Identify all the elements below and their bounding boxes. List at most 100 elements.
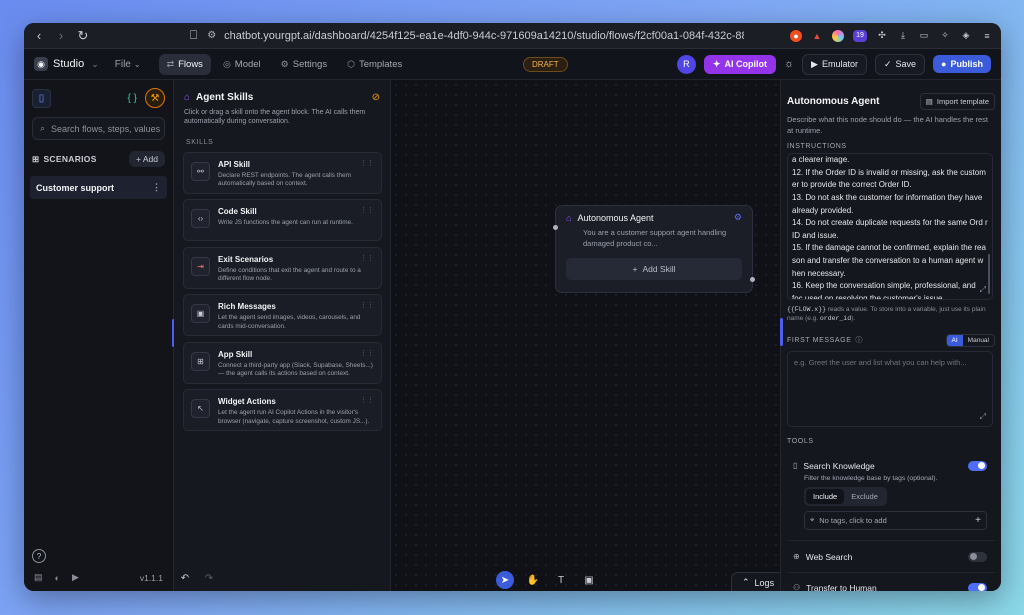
redo-icon[interactable]: ↷	[200, 569, 218, 587]
first-message-label: FIRST MESSAGE ⓘ	[787, 335, 863, 345]
first-message-field[interactable]: ⤢	[787, 350, 993, 427]
wallet-icon[interactable]: ▭	[918, 30, 930, 42]
skills-title: Agent Skills	[196, 92, 254, 103]
extension-color-icon[interactable]	[832, 29, 844, 42]
flow-canvas[interactable]: ⌂ Autonomous Agent ⚙ You are a customer …	[181, 80, 786, 591]
exclude-option[interactable]: Exclude	[844, 489, 885, 504]
drag-handle-icon[interactable]: ⋮⋮	[360, 206, 374, 214]
transfer-to-human-toggle[interactable]	[968, 582, 987, 591]
panel-resize-handle[interactable]	[780, 318, 783, 346]
instructions-text[interactable]: a clearer image. 12. If the Order ID is …	[792, 154, 988, 299]
menu-icon[interactable]: ≡	[981, 30, 993, 42]
input-port[interactable]	[553, 225, 558, 230]
skill-api[interactable]: ⚯ API Skill Declare REST endpoints. The …	[183, 151, 382, 194]
url-bar[interactable]: ⚙ chatbot.yourgpt.ai/dashboard/4254f125-…	[207, 26, 747, 46]
vpn-icon[interactable]: ◈	[960, 30, 972, 42]
help-icon[interactable]: ?	[32, 549, 46, 563]
include-exclude-toggle[interactable]: Include Exclude	[804, 486, 887, 506]
bookmark-icon[interactable]: ⎕	[190, 28, 197, 43]
url-text[interactable]: chatbot.yourgpt.ai/dashboard/4254f125-ea…	[224, 30, 744, 42]
skill-rich-messages[interactable]: ▣ Rich Messages Let the agent send image…	[183, 294, 382, 337]
tab-settings[interactable]: ⚙ Settings	[273, 54, 335, 75]
gear-icon[interactable]: ⚙	[734, 212, 742, 223]
search-input[interactable]	[51, 123, 162, 134]
youtube-icon[interactable]: ▶	[72, 572, 79, 583]
avatar[interactable]: R	[676, 54, 696, 74]
node-description: You are a customer support agent handlin…	[583, 228, 727, 248]
add-skill-button[interactable]: + Add Skill	[566, 258, 742, 280]
image-icon[interactable]: ▣	[580, 571, 598, 589]
first-message-input[interactable]	[788, 351, 992, 426]
hand-icon[interactable]: ✋	[524, 571, 542, 589]
info-icon[interactable]: ⓘ	[855, 335, 863, 345]
close-panel-icon[interactable]: ⊘	[372, 92, 380, 103]
theme-toggle-icon[interactable]: ☼	[784, 58, 794, 70]
site-settings-icon[interactable]: ⚙	[207, 30, 216, 41]
plus-icon[interactable]: +	[975, 515, 981, 526]
file-menu[interactable]: File ⌄	[115, 59, 141, 70]
discord-icon[interactable]: ◐	[55, 573, 60, 583]
text-icon[interactable]: T	[552, 571, 570, 589]
mode-manual-option[interactable]: Manual	[963, 335, 994, 346]
studio-menu[interactable]: ◉ Studio ⌄	[34, 57, 99, 71]
drag-handle-icon[interactable]: ⋮⋮	[360, 301, 374, 309]
forward-icon[interactable]: ›	[54, 28, 68, 43]
tool-name: Transfer to Human	[806, 582, 877, 591]
emulator-button[interactable]: ▶ Emulator	[802, 53, 867, 75]
expand-icon[interactable]: ⤢	[980, 412, 986, 422]
warning-icon[interactable]: ▲	[811, 30, 823, 42]
tools-label: TOOLS	[787, 437, 814, 445]
tab-flows[interactable]: ⇄ Flows	[158, 53, 211, 75]
list-item[interactable]: Customer support ⋮	[30, 176, 167, 199]
expand-icon[interactable]: ⤢	[980, 285, 986, 295]
gear-icon: ⚙	[280, 58, 289, 69]
ai-copilot-label: AI Copilot	[724, 59, 767, 69]
add-scenario-button[interactable]: + Add	[129, 151, 165, 167]
tab-label: Model	[234, 58, 261, 70]
skill-app[interactable]: ⊞ App Skill Connect a third-party app (S…	[183, 341, 382, 384]
variables-icon[interactable]: { }	[128, 93, 137, 104]
ai-copilot-button[interactable]: ✦ AI Copilot	[703, 54, 776, 74]
save-button[interactable]: ✓ Save	[874, 53, 926, 75]
message-mode-toggle[interactable]: AI Manual	[945, 333, 995, 347]
extension-badge-icon[interactable]: 19	[853, 29, 867, 42]
more-options-icon[interactable]: ⋮	[152, 182, 161, 193]
skill-exit-scenarios[interactable]: ⇥ Exit Scenarios Define conditions that …	[183, 246, 382, 289]
logs-label: Logs	[754, 577, 775, 588]
tags-field[interactable]: ⌖ No tags, click to add +	[804, 510, 987, 530]
docs-icon[interactable]: ▤	[34, 572, 43, 583]
search-knowledge-toggle[interactable]	[968, 460, 987, 471]
drag-handle-icon[interactable]: ⋮⋮	[360, 159, 374, 167]
leo-ai-icon[interactable]: ✧	[939, 30, 951, 42]
publish-button[interactable]: ● Publish	[933, 55, 991, 73]
web-search-toggle[interactable]	[968, 551, 987, 562]
download-icon[interactable]: ⤓	[897, 30, 909, 42]
drag-handle-icon[interactable]: ⋮⋮	[360, 396, 374, 404]
tab-templates[interactable]: ⬡ Templates	[339, 54, 410, 75]
reload-icon[interactable]: ↻	[76, 28, 90, 43]
include-option[interactable]: Include	[806, 488, 845, 504]
import-template-button[interactable]: ▤ Import template	[919, 93, 995, 110]
output-port[interactable]	[750, 277, 755, 282]
tab-model[interactable]: ◎ Model	[215, 54, 269, 75]
autonomous-agent-node[interactable]: ⌂ Autonomous Agent ⚙ You are a customer …	[553, 205, 755, 293]
skill-widget-actions[interactable]: ↖ Widget Actions Let the agent run AI Co…	[183, 389, 382, 432]
undo-icon[interactable]: ↶	[176, 569, 194, 587]
drag-handle-icon[interactable]: ⋮⋮	[360, 254, 374, 262]
search-field[interactable]: ⌕	[32, 117, 165, 140]
plus-icon: +	[632, 264, 638, 274]
instructions-editor[interactable]: a clearer image. 12. If the Order ID is …	[787, 153, 993, 300]
logs-button[interactable]: ⌃ Logs	[731, 572, 786, 591]
panel-toggle-icon[interactable]: ▯	[32, 88, 51, 108]
brave-shield-icon[interactable]: ●	[790, 29, 802, 42]
wrench-icon[interactable]: ⚒	[145, 88, 165, 108]
puzzle-icon[interactable]: ✣	[876, 30, 888, 42]
panel-title: Autonomous Agent	[787, 96, 880, 107]
pointer-icon[interactable]: ➤	[496, 571, 514, 589]
back-icon[interactable]: ‹	[32, 28, 46, 43]
drag-handle-icon[interactable]: ⋮⋮	[360, 349, 374, 357]
mode-ai-option[interactable]: AI	[946, 334, 963, 346]
node-header: ⌂ Autonomous Agent ⚙	[566, 212, 742, 223]
skill-code[interactable]: ‹› Code Skill Write JS functions the age…	[183, 199, 382, 242]
scrollbar[interactable]	[988, 254, 990, 294]
